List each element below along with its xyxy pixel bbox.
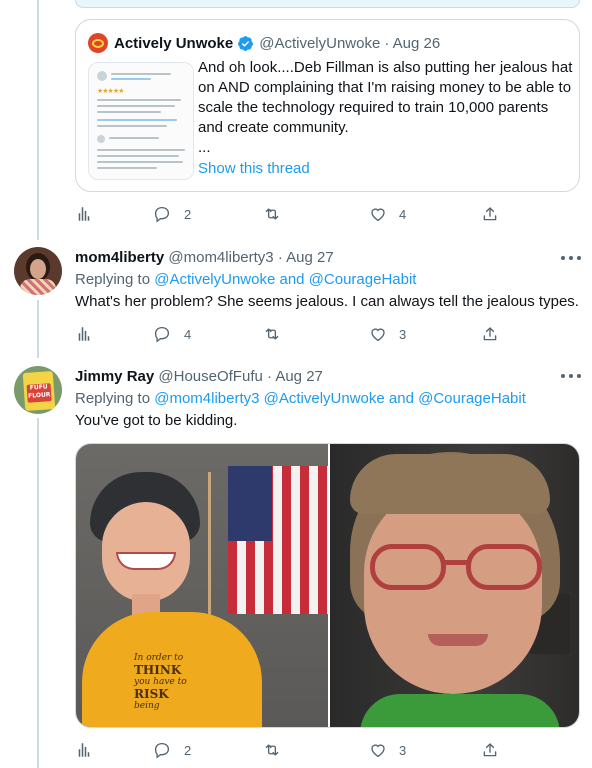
retweet-icon xyxy=(265,744,279,756)
thread-line-middle xyxy=(37,300,39,358)
quoted-tweet-card[interactable]: Actively Unwoke @ActivelyUnwoke · Aug 26… xyxy=(75,19,580,192)
reply-button[interactable]: 2 xyxy=(153,741,191,759)
reply-button[interactable]: 2 xyxy=(153,205,191,223)
quoted-display-name: Actively Unwoke xyxy=(114,34,234,52)
replying-to: Replying to @ActivelyUnwoke and @Courage… xyxy=(75,271,417,288)
like-count: 3 xyxy=(399,742,407,758)
show-thread-link[interactable]: Show this thread xyxy=(198,160,310,177)
tweet-text: What's her problem? She seems jealous. I… xyxy=(75,293,579,310)
handle[interactable]: @mom4liberty3 xyxy=(168,249,273,266)
reply-icon xyxy=(154,206,170,223)
replying-to-mentions[interactable]: @ActivelyUnwoke and @CourageHabit xyxy=(154,271,416,288)
analytics-button[interactable] xyxy=(75,325,93,343)
tweet-header-mom4liberty: mom4liberty @mom4liberty3 · Aug 27 xyxy=(75,249,334,269)
tweet-date[interactable]: · Aug 27 xyxy=(267,368,323,385)
thumbnail-stars: ★★★★★ xyxy=(97,88,124,95)
tweet-date[interactable]: · Aug 27 xyxy=(278,249,334,266)
shirt-text-5: being xyxy=(134,701,160,711)
tweet-actions-mom4liberty: 4 3 xyxy=(75,325,497,345)
replying-to: Replying to @mom4liberty3 @ActivelyUnwok… xyxy=(75,390,526,407)
tweet-header-jimmy-ray: Jimmy Ray @HouseOfFufu · Aug 27 xyxy=(75,368,323,388)
retweet-icon xyxy=(265,208,279,220)
quoted-tweet-header: Actively Unwoke @ActivelyUnwoke · Aug 26 xyxy=(88,32,440,54)
share-icon xyxy=(483,207,497,221)
share-button[interactable] xyxy=(481,205,499,223)
share-button[interactable] xyxy=(481,741,499,759)
quoted-ellipsis: ... xyxy=(198,139,211,156)
analytics-icon xyxy=(78,207,90,221)
retweet-icon xyxy=(265,328,279,340)
like-icon xyxy=(371,744,385,758)
tweet-media-grid: In order to THINK you have to RISK being xyxy=(75,443,580,728)
quoted-tweet-text: And oh look....Deb Fillman is also putti… xyxy=(198,59,573,156)
like-button[interactable]: 3 xyxy=(369,325,406,343)
reply-icon xyxy=(154,326,170,343)
shirt-text-4: RISK xyxy=(134,687,169,701)
tweet-actions-jimmy-ray: 2 3 xyxy=(75,741,497,761)
media-photo-right[interactable] xyxy=(330,444,579,727)
quoted-date[interactable]: · Aug 26 xyxy=(384,35,440,52)
shirt-text-2: THINK xyxy=(134,663,182,677)
media-photo-left[interactable]: In order to THINK you have to RISK being xyxy=(76,444,328,727)
analytics-button[interactable] xyxy=(75,205,93,223)
tweet-actions-top: 2 4 xyxy=(75,205,497,225)
tweet-text: You've got to be kidding. xyxy=(75,412,238,429)
like-count: 3 xyxy=(399,326,407,342)
previous-card-edge xyxy=(75,0,580,8)
display-name[interactable]: mom4liberty xyxy=(75,249,164,266)
replying-to-mentions[interactable]: @mom4liberty3 @ActivelyUnwoke and @Coura… xyxy=(154,390,526,407)
retweet-button[interactable] xyxy=(263,205,281,223)
thread-line-top xyxy=(37,0,39,240)
analytics-button[interactable] xyxy=(75,741,93,759)
like-count: 4 xyxy=(399,206,407,222)
share-button[interactable] xyxy=(481,325,499,343)
reply-icon xyxy=(154,742,170,759)
like-icon xyxy=(371,208,385,222)
more-icon xyxy=(561,374,565,378)
quoted-media-thumbnail[interactable]: ★★★★★ xyxy=(88,62,194,180)
verified-badge-icon xyxy=(238,35,254,51)
handle[interactable]: @HouseOfFufu xyxy=(158,368,262,385)
like-button[interactable]: 3 xyxy=(369,741,406,759)
like-icon xyxy=(371,328,385,342)
analytics-icon xyxy=(78,327,90,341)
share-icon xyxy=(483,743,497,757)
like-button[interactable]: 4 xyxy=(369,205,406,223)
more-button-mom4liberty[interactable] xyxy=(561,256,581,262)
analytics-icon xyxy=(78,743,90,757)
avatar-book-line2: FLOUR xyxy=(27,391,51,400)
reply-button[interactable]: 4 xyxy=(153,325,191,343)
more-button-jimmy-ray[interactable] xyxy=(561,374,581,380)
more-icon xyxy=(561,256,565,260)
display-name[interactable]: Jimmy Ray xyxy=(75,368,154,385)
quoted-avatar xyxy=(88,33,108,53)
quoted-handle[interactable]: @ActivelyUnwoke xyxy=(259,35,380,52)
avatar-book-line1: FUFU xyxy=(29,383,48,392)
reply-count: 2 xyxy=(184,206,192,222)
reply-count: 2 xyxy=(184,742,192,758)
retweet-button[interactable] xyxy=(263,741,281,759)
avatar-jimmy-ray[interactable]: FUFU FLOUR xyxy=(14,366,62,414)
reply-count: 4 xyxy=(184,326,192,342)
avatar-mom4liberty[interactable] xyxy=(14,247,62,295)
retweet-button[interactable] xyxy=(263,325,281,343)
thread-line-bottom xyxy=(37,418,39,768)
share-icon xyxy=(483,327,497,341)
